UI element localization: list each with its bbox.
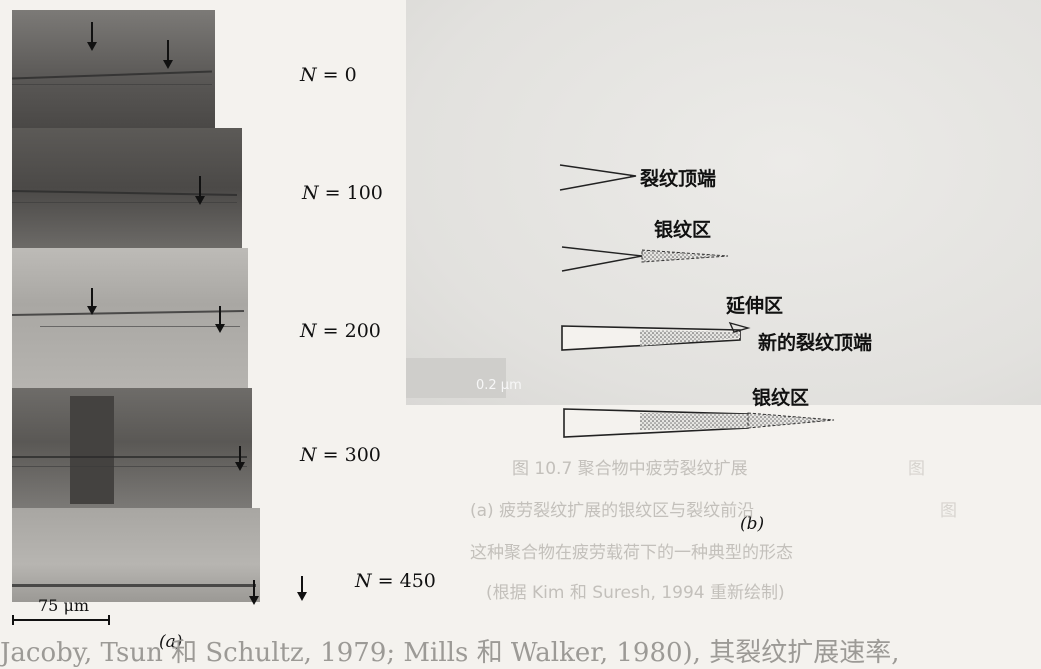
- figure-caption-line: 这种聚合物在疲劳载荷下的一种典型的形态: [470, 543, 793, 563]
- figure-caption-line: (a) 疲劳裂纹扩展的银纹区与裂纹前沿: [470, 501, 755, 521]
- crack-schematic: [559, 164, 835, 438]
- schematic-extension-zone: [561, 321, 751, 351]
- label-craze-zone-2: 银纹区: [752, 387, 810, 409]
- label-crack-tip: 裂纹顶端: [640, 168, 717, 190]
- label-new-crack-tip: 新的裂纹顶端: [758, 332, 873, 354]
- schematic-crack-tip: [559, 164, 637, 191]
- label-extension-zone: 延伸区: [726, 295, 784, 317]
- body-text-line: Jacoby, Tsun 和 Schultz, 1979; Mills 和 Wa…: [0, 638, 900, 668]
- label-craze-zone: 银纹区: [654, 219, 712, 241]
- figure-caption-line: 图 10.7 聚合物中疲劳裂纹扩展: [512, 459, 748, 479]
- figure-caption-line: (根据 Kim 和 Suresh, 1994 重新绘制): [486, 583, 785, 603]
- schematic-craze-zone-2: [563, 408, 835, 438]
- schematic-craze-zone: [561, 246, 729, 272]
